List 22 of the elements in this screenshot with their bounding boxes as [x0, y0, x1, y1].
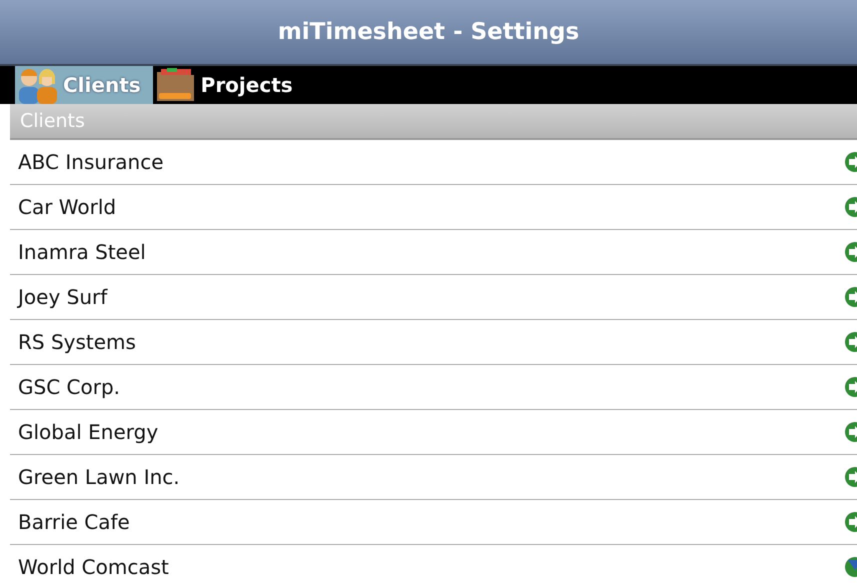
client-name: Car World [18, 195, 116, 219]
client-row[interactable]: ABC Insurance [10, 140, 857, 185]
client-row[interactable]: Green Lawn Inc. [10, 455, 857, 500]
client-name: Joey Surf [18, 285, 108, 309]
client-row[interactable]: World Comcast [10, 545, 857, 583]
section-title: Clients [20, 110, 85, 132]
window-title: miTimesheet - Settings [278, 19, 580, 45]
client-row[interactable]: RS Systems [10, 320, 857, 365]
client-name: Inamra Steel [18, 240, 146, 264]
client-name: Green Lawn Inc. [18, 465, 180, 489]
client-name: World Comcast [18, 555, 169, 579]
client-name: GSC Corp. [18, 375, 120, 399]
client-name: RS Systems [18, 330, 136, 354]
client-row[interactable]: GSC Corp. [10, 365, 857, 410]
client-row[interactable]: Inamra Steel [10, 230, 857, 275]
client-row[interactable]: Barrie Cafe [10, 500, 857, 545]
client-name: ABC Insurance [18, 150, 164, 174]
client-name: Barrie Cafe [18, 510, 130, 534]
client-row[interactable]: Joey Surf [10, 275, 857, 320]
client-name: Global Energy [18, 420, 158, 444]
client-row[interactable]: Car World [10, 185, 857, 230]
client-row[interactable]: Global Energy [10, 410, 857, 455]
